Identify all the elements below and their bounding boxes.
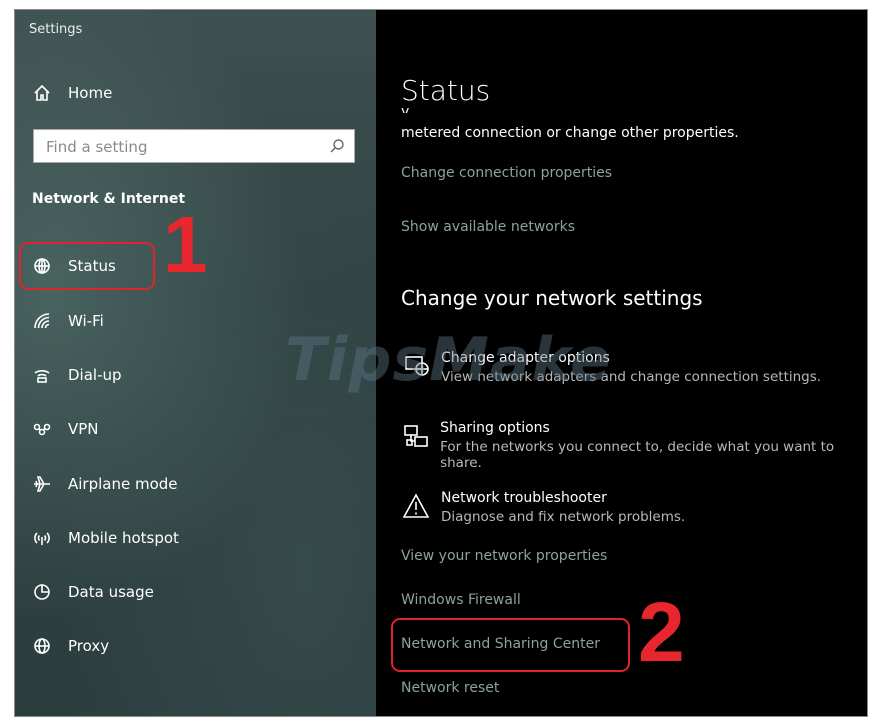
search-icon[interactable]: [329, 138, 345, 158]
highlight-box-sharing-center: [391, 618, 630, 672]
main-panel: Status y , , metered connection or chang…: [376, 10, 867, 716]
sidebar-item-label: Airplane mode: [68, 475, 178, 493]
option-description: View network adapters and change connect…: [441, 369, 822, 385]
section-heading-network-settings: Change your network settings: [401, 286, 703, 310]
show-available-networks-link[interactable]: Show available networks: [401, 219, 575, 235]
windows-firewall-link[interactable]: Windows Firewall: [401, 592, 521, 608]
sidebar-item-mobile-hotspot[interactable]: Mobile hotspot: [32, 518, 179, 558]
status-description: metered connection or change other prope…: [401, 125, 739, 141]
option-title: Sharing options: [440, 420, 550, 436]
sidebar-item-vpn[interactable]: VPN: [32, 409, 99, 449]
sidebar-item-label: VPN: [68, 420, 99, 438]
sidebar-item-label: Data usage: [68, 583, 154, 601]
adapter-icon: [401, 353, 431, 383]
sidebar-item-wifi[interactable]: Wi-Fi: [32, 301, 104, 341]
option-title: Change adapter options: [441, 350, 610, 366]
network-troubleshooter[interactable]: Network troubleshooter Diagnose and fix …: [401, 490, 685, 525]
app-title: Settings: [29, 22, 83, 37]
sidebar-item-label: Proxy: [68, 637, 110, 655]
sidebar-item-airplane-mode[interactable]: Airplane mode: [32, 464, 178, 504]
sidebar-item-proxy[interactable]: Proxy: [32, 626, 109, 666]
page-title: Status: [401, 74, 491, 107]
home-label: Home: [68, 84, 113, 102]
clipped-text-line: y , ,: [401, 105, 428, 113]
sidebar-item-dialup[interactable]: Dial-up: [32, 355, 122, 395]
network-reset-link[interactable]: Network reset: [401, 680, 499, 696]
airplane-icon: [32, 474, 52, 494]
annotation-marker-1: 1: [163, 200, 208, 289]
view-network-properties-link[interactable]: View your network properties: [401, 548, 607, 564]
sharing-options[interactable]: Sharing options For the networks you con…: [401, 420, 867, 471]
home-icon: [32, 83, 52, 103]
sidebar: Settings Home Network & Internet Status …: [15, 10, 376, 716]
settings-window: Settings Home Network & Internet Status …: [14, 9, 868, 717]
sidebar-item-label: Dial-up: [68, 366, 122, 384]
option-description: For the networks you connect to, decide …: [440, 439, 835, 471]
wifi-icon: [32, 311, 52, 331]
globe-icon: [32, 636, 52, 656]
sidebar-item-label: Wi-Fi: [68, 312, 104, 330]
search-box[interactable]: [33, 129, 355, 163]
hotspot-icon: [32, 528, 52, 548]
option-title: Network troubleshooter: [441, 490, 607, 506]
home-nav[interactable]: Home: [32, 73, 112, 113]
sidebar-item-label: Mobile hotspot: [68, 529, 179, 547]
change-adapter-options[interactable]: Change adapter options View network adap…: [401, 350, 821, 385]
data-usage-icon: [32, 582, 52, 602]
vpn-icon: [32, 419, 52, 439]
sidebar-item-data-usage[interactable]: Data usage: [32, 572, 154, 612]
change-connection-properties-link[interactable]: Change connection properties: [401, 165, 612, 181]
search-input[interactable]: [44, 136, 328, 158]
dialup-icon: [32, 365, 52, 385]
sharing-icon: [401, 423, 430, 453]
annotation-marker-2: 2: [638, 585, 685, 679]
highlight-box-status: [19, 242, 155, 290]
warning-icon: [401, 493, 431, 523]
option-description: Diagnose and fix network problems.: [441, 509, 686, 525]
